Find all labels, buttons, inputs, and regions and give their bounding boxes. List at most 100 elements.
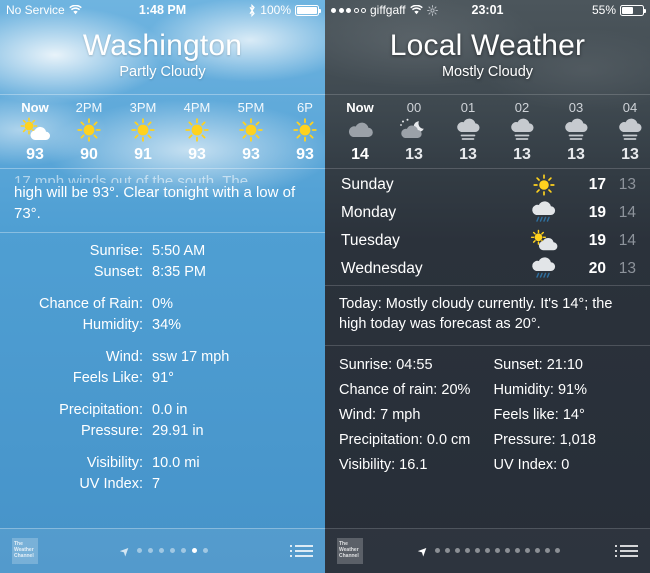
detail-value: 21:10: [546, 356, 583, 373]
city-title: Washington: [82, 29, 243, 62]
page-dot[interactable]: [454, 548, 460, 553]
hourly-time: 2PM: [75, 100, 103, 116]
hourly-cell[interactable]: 01 13: [441, 100, 495, 164]
detail-value: 8:35 PM: [152, 263, 206, 280]
page-dot[interactable]: [474, 548, 480, 553]
page-dot[interactable]: [504, 548, 510, 553]
detail-row: Wind: 7 mph Feels like: 14°: [325, 403, 650, 428]
hourly-cell[interactable]: 5PM 93: [224, 100, 278, 164]
page-dot-active[interactable]: [192, 548, 198, 553]
hourly-cell[interactable]: 03 13: [549, 100, 603, 164]
page-dot[interactable]: [203, 548, 209, 553]
page-dot[interactable]: [544, 548, 550, 553]
page-indicator[interactable]: ➤: [38, 542, 290, 559]
page-dot[interactable]: [524, 548, 530, 553]
hourly-cell[interactable]: 04 13: [603, 100, 650, 164]
page-dot[interactable]: [494, 548, 500, 553]
detail-cell: UV Index: 0: [488, 453, 637, 478]
day-high: 20: [588, 260, 606, 278]
daily-row[interactable]: Monday 19 14: [325, 199, 650, 227]
moon-cloud-icon: [387, 115, 441, 145]
page-dot[interactable]: [181, 548, 187, 553]
hourly-cell[interactable]: 02 13: [495, 100, 549, 164]
page-dot[interactable]: [534, 548, 540, 553]
detail-row: Pressure: 29.91 in: [0, 421, 325, 442]
wifi-icon: [409, 5, 423, 15]
hourly-temp: 13: [459, 146, 477, 164]
location-arrow-icon[interactable]: ➤: [116, 542, 133, 559]
cloud-icon: [333, 115, 387, 145]
page-indicator[interactable]: ➤: [363, 542, 615, 559]
hourly-time: 01: [460, 100, 476, 116]
right-hourly-forecast[interactable]: Now 14 00 13 01 13 02 13 03 13 04 13: [325, 95, 650, 168]
daily-row[interactable]: Tuesday 19 14: [325, 227, 650, 255]
list-icon[interactable]: [615, 544, 638, 557]
hourly-time: 3PM: [129, 100, 157, 116]
hourly-cell[interactable]: 2PM 90: [62, 100, 116, 164]
rain-cloud-icon: [516, 200, 572, 226]
fog-cloud-icon: [603, 115, 650, 145]
list-icon[interactable]: [290, 544, 313, 557]
detail-label: Pressure:: [493, 431, 556, 448]
hourly-time: 03: [568, 100, 584, 116]
daily-row[interactable]: Wednesday 20 13: [325, 255, 650, 283]
detail-label: Sunset:: [493, 356, 543, 373]
day-low: 14: [618, 204, 636, 222]
page-dot[interactable]: [159, 548, 165, 553]
sun-icon: [224, 115, 278, 145]
left-weather-screen: No Service 1:48 PM 100% Washington Partl…: [0, 0, 325, 573]
sun-icon: [62, 115, 116, 145]
page-dot[interactable]: [514, 548, 520, 553]
daily-forecast-list[interactable]: Sunday 17 13 Monday 19 14 Tuesday 19 14 …: [325, 169, 650, 285]
hourly-temp: 14: [351, 146, 369, 164]
hourly-cell[interactable]: 4PM 93: [170, 100, 224, 164]
detail-cell: Humidity: 91%: [488, 378, 637, 403]
detail-label: Humidity:: [493, 381, 554, 398]
page-dot[interactable]: [554, 548, 560, 553]
detail-value: 7 mph: [380, 406, 421, 423]
page-dot[interactable]: [148, 548, 154, 553]
detail-row: Precipitation: 0.0 in: [0, 400, 325, 421]
dual-screenshot: No Service 1:48 PM 100% Washington Partl…: [0, 0, 650, 573]
location-arrow-icon[interactable]: ➤: [415, 542, 432, 559]
page-dot[interactable]: [170, 548, 176, 553]
detail-value: 91°: [152, 369, 174, 386]
detail-label: Chance of rain:: [339, 381, 438, 398]
day-high: 19: [588, 204, 606, 222]
hourly-cell[interactable]: 00 13: [387, 100, 441, 164]
fog-cloud-icon: [549, 115, 603, 145]
signal-strength-icon: [331, 7, 366, 13]
detail-row: Visibility: 10.0 mi: [0, 453, 325, 474]
city-title: Local Weather: [389, 29, 586, 62]
hourly-cell[interactable]: 3PM 91: [116, 100, 170, 164]
page-dot[interactable]: [434, 548, 440, 553]
page-dot[interactable]: [137, 548, 143, 553]
right-status-bar: giffgaff 23:01 55%: [325, 0, 650, 20]
left-hourly-forecast[interactable]: Now 93 2PM 90 3PM 91 4PM 93 5PM 93 6P 93: [0, 95, 325, 168]
page-dot[interactable]: [444, 548, 450, 553]
hourly-cell[interactable]: Now 14: [333, 100, 387, 164]
hourly-time: Now: [346, 100, 374, 116]
wifi-icon: [68, 5, 82, 15]
detail-row: Feels Like: 91°: [0, 368, 325, 389]
detail-value: 04:55: [396, 356, 433, 373]
hourly-cell[interactable]: 6P 93: [278, 100, 325, 164]
hourly-temp: 91: [134, 146, 152, 164]
detail-row: Humidity: 34%: [0, 315, 325, 336]
detail-label: Wind:: [339, 406, 377, 423]
page-dot[interactable]: [464, 548, 470, 553]
detail-value: 0%: [152, 295, 173, 312]
page-dot[interactable]: [484, 548, 490, 553]
detail-value: 0.0 in: [152, 401, 188, 418]
hourly-temp: 13: [567, 146, 585, 164]
hourly-time: 5PM: [237, 100, 265, 116]
hourly-cell[interactable]: Now 93: [8, 100, 62, 164]
battery-percent: 100%: [260, 3, 291, 17]
detail-label: UV Index:: [79, 475, 143, 492]
divider: [0, 528, 325, 529]
daily-row[interactable]: Sunday 17 13: [325, 171, 650, 199]
detail-cell: Pressure: 1,018: [488, 428, 637, 453]
detail-label: Wind:: [105, 348, 143, 365]
detail-cell: Visibility: 16.1: [339, 453, 488, 478]
detail-value: 0: [561, 456, 570, 473]
